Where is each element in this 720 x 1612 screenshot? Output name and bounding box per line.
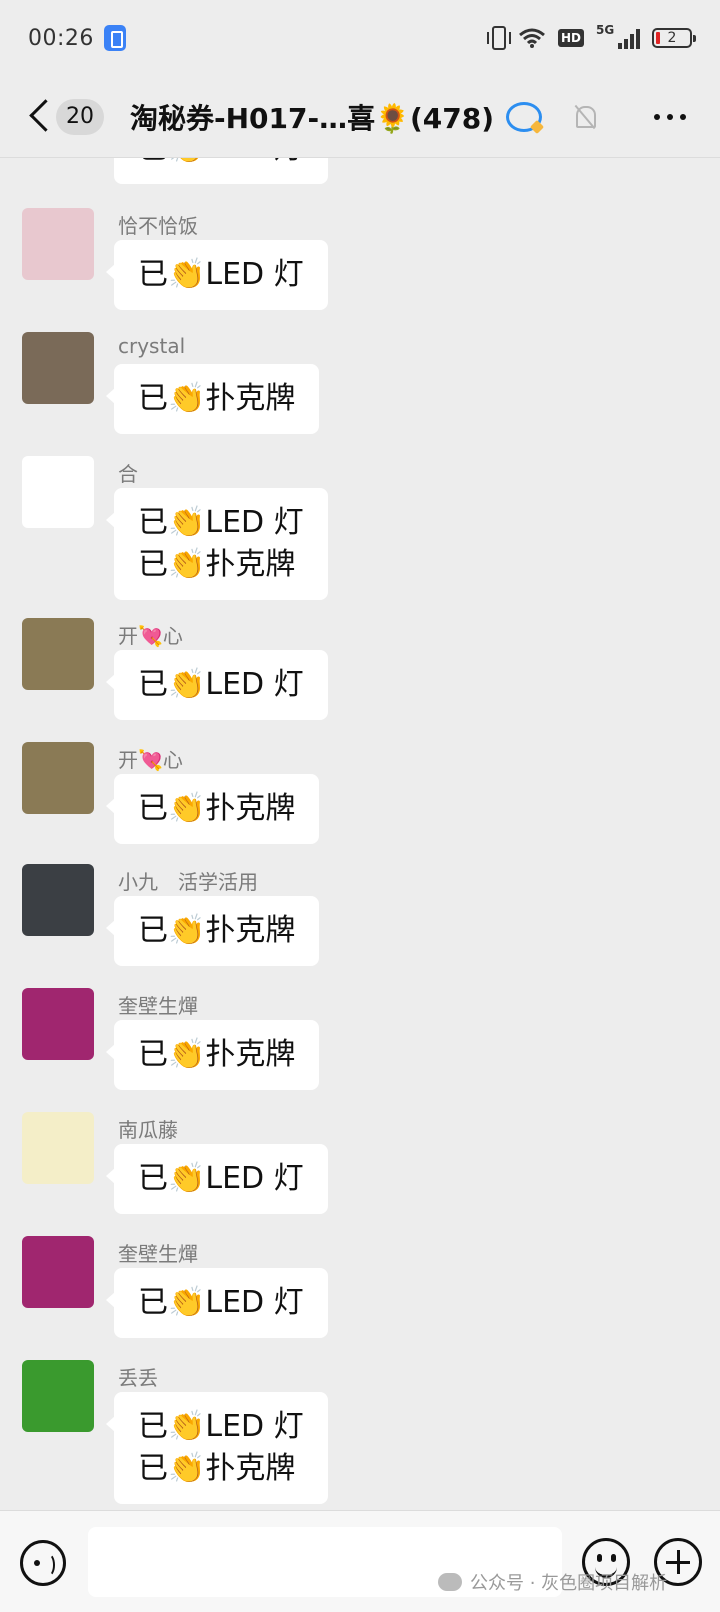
- message-text: 已👏扑克牌: [138, 791, 296, 826]
- message-text: 已👏扑克牌: [138, 1451, 296, 1486]
- wifi-icon: [518, 26, 546, 50]
- clover-avatar[interactable]: [22, 1360, 94, 1432]
- ring-avatar[interactable]: [22, 742, 94, 814]
- sender-name: 合: [118, 462, 138, 486]
- wechat-logo-icon: [438, 1573, 462, 1591]
- sender-name: 丢丢: [118, 1366, 158, 1390]
- hd-icon: HD: [557, 29, 584, 47]
- input-bar: 公众号 · 灰色圈项目解析: [0, 1510, 720, 1612]
- notification-app-icon: [103, 25, 126, 51]
- message-bubble[interactable]: 已👏扑克牌: [105, 1020, 320, 1090]
- voice-input-icon[interactable]: [20, 1540, 66, 1586]
- message-text: 已👏LED 灯: [138, 667, 304, 702]
- flower-avatar[interactable]: [22, 1236, 94, 1308]
- anime-avatar[interactable]: [22, 864, 94, 936]
- message-bubble[interactable]: 已👏LED 灯: [106, 1268, 328, 1338]
- message-text: 已👏扑克牌: [138, 913, 296, 948]
- signal-icon: 5G: [596, 23, 640, 49]
- vibrate-icon: [486, 26, 511, 50]
- sender-name: 奎壁生燀: [118, 994, 198, 1018]
- group-chat-icon: [506, 101, 543, 132]
- message-list[interactable]: 已👏LED 灯恰不恰饭已👏LED 灯crystal已👏扑克牌合已👏LED 灯已👏…: [0, 158, 720, 1510]
- message-text: 已👏LED 灯: [138, 1285, 304, 1320]
- message-bubble[interactable]: 已👏扑克牌: [105, 896, 320, 966]
- message-text: 已👏LED 灯: [138, 257, 304, 292]
- sender-name: 奎壁生燀: [118, 1242, 198, 1266]
- message-bubble[interactable]: 已👏LED 灯: [106, 240, 328, 310]
- message-bubble[interactable]: 已👏扑克牌: [105, 774, 320, 844]
- mute-bell-icon: [572, 104, 598, 130]
- message-text: 已👏LED 灯: [138, 158, 304, 170]
- sender-name: 开💘心: [118, 624, 183, 648]
- chat-header: 20 淘秘券-H017-…喜🌻(478): [0, 76, 720, 158]
- photo-avatar[interactable]: [22, 332, 94, 404]
- ring-avatar[interactable]: [22, 618, 94, 690]
- cartoon-avatar[interactable]: [22, 208, 94, 280]
- battery-icon: 2: [652, 28, 696, 48]
- status-bar: 00:26 HD 5G 2: [0, 0, 720, 76]
- sender-name: 开💘心: [118, 748, 183, 772]
- sender-name: 恰不恰饭: [118, 214, 198, 238]
- message-text: 已👏扑克牌: [138, 1037, 296, 1072]
- message-bubble[interactable]: 已👏LED 灯已👏扑克牌: [106, 488, 328, 600]
- message-bubble[interactable]: 已👏LED 灯: [114, 158, 328, 184]
- sender-name: crystal: [118, 334, 186, 358]
- smiley-avatar[interactable]: [22, 456, 94, 528]
- message-text: 已👏扑克牌: [138, 547, 296, 582]
- more-options-icon[interactable]: [654, 113, 686, 120]
- message-text: 已👏LED 灯: [138, 505, 304, 540]
- clock: 00:26: [28, 25, 94, 51]
- message-bubble[interactable]: 已👏LED 灯: [106, 1144, 328, 1214]
- chat-title: 淘秘券-H017-…喜🌻(478): [130, 101, 495, 135]
- message-bubble[interactable]: 已👏LED 灯: [106, 650, 328, 720]
- watermark: 公众号 · 灰色圈项目解析: [438, 1569, 667, 1595]
- sender-name: 小九 活学活用: [118, 870, 258, 894]
- unread-count-badge[interactable]: 20: [56, 98, 104, 135]
- message-text: 已👏扑克牌: [138, 381, 296, 416]
- message-text: 已👏LED 灯: [138, 1161, 304, 1196]
- logo-avatar[interactable]: [22, 1112, 94, 1184]
- message-bubble[interactable]: 已👏扑克牌: [105, 364, 320, 434]
- flower-avatar[interactable]: [22, 988, 94, 1060]
- sender-name: 南瓜藤: [118, 1118, 178, 1142]
- message-text: 已👏LED 灯: [138, 1409, 304, 1444]
- message-bubble[interactable]: 已👏LED 灯已👏扑克牌: [106, 1392, 328, 1504]
- back-arrow-icon[interactable]: [24, 76, 54, 158]
